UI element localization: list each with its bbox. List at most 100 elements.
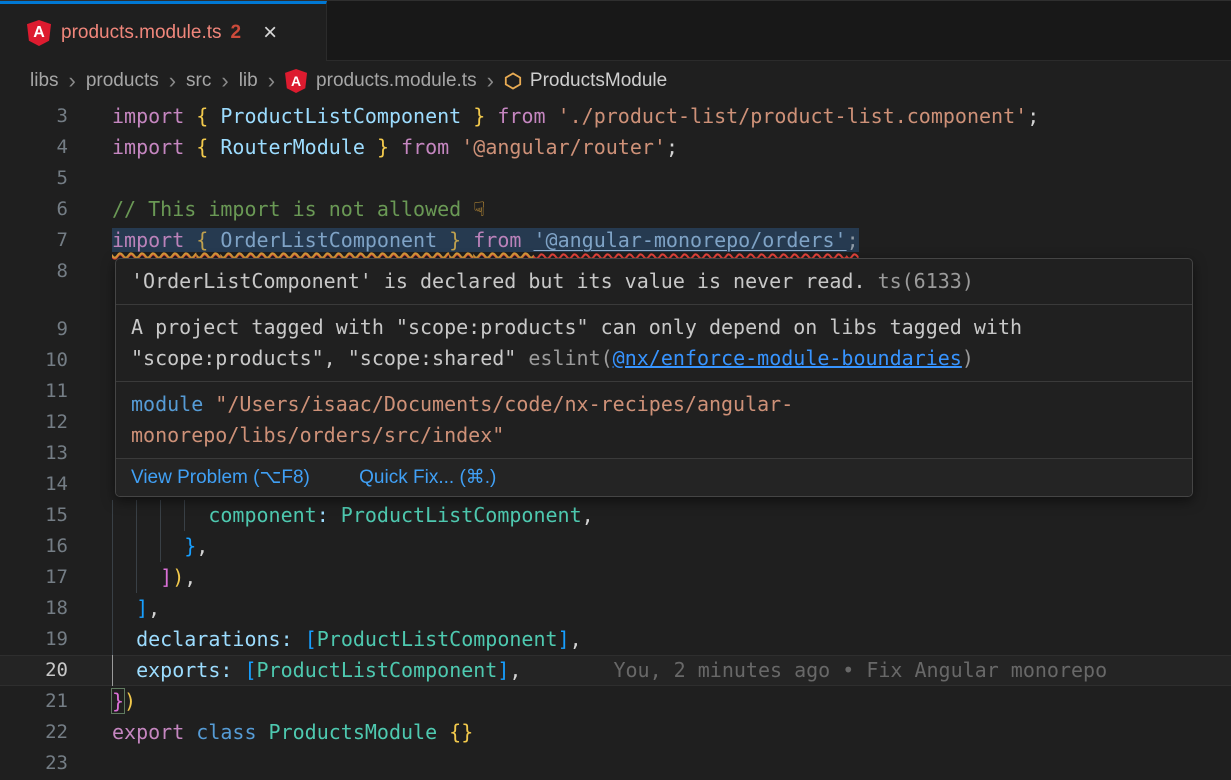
hover-ts-error: 'OrderListComponent' is declared but its… xyxy=(116,259,1192,305)
line-number[interactable]: 17 xyxy=(0,562,95,593)
code-text[interactable]: exports: [ProductListComponent],You, 2 m… xyxy=(95,655,1231,686)
code-text[interactable]: ], xyxy=(95,593,1231,624)
code-text[interactable] xyxy=(95,163,1231,194)
token: : xyxy=(281,627,305,651)
breadcrumb-item-libs[interactable]: libs xyxy=(30,70,59,92)
error-squiggle: import { OrderListComponent } from '@ang… xyxy=(112,228,859,252)
vscode-window: A products.module.ts 2 × libs › products… xyxy=(0,0,1231,780)
code-line-6: 6 // This import is not allowed ☟ xyxy=(0,194,1231,225)
token: import xyxy=(112,135,196,159)
eslint-rule-link[interactable]: @nx/enforce-module-boundaries xyxy=(613,346,962,370)
token: declarations xyxy=(136,627,281,651)
token: ] xyxy=(558,627,570,651)
code-line-22: 22 export class ProductsModule {} xyxy=(0,717,1231,748)
token: // This import is not allowed xyxy=(112,197,473,221)
line-number[interactable]: 19 xyxy=(0,624,95,655)
token: RouterModule xyxy=(220,135,377,159)
line-number[interactable]: 4 xyxy=(0,132,95,163)
line-number[interactable]: 8 xyxy=(0,256,95,287)
line-number[interactable]: 18 xyxy=(0,593,95,624)
token: { xyxy=(196,228,220,252)
code-text[interactable]: import { RouterModule } from '@angular/r… xyxy=(95,132,1231,163)
token: { xyxy=(196,104,220,128)
tab-problem-count: 2 xyxy=(231,22,242,44)
token xyxy=(112,627,136,651)
token: export xyxy=(112,720,196,744)
code-line-23: 23 xyxy=(0,748,1231,779)
line-number[interactable]: 10 xyxy=(0,345,95,376)
token: component xyxy=(208,503,316,527)
breadcrumb-item-lib[interactable]: lib xyxy=(239,70,258,92)
token: ] xyxy=(136,596,148,620)
token: } xyxy=(377,135,401,159)
line-number[interactable]: 9 xyxy=(0,314,95,345)
line-number[interactable]: 20 xyxy=(0,655,95,686)
code-line-18: 18 ], xyxy=(0,593,1231,624)
hover-module-info: module "/Users/isaac/Documents/code/nx-r… xyxy=(116,382,1192,459)
close-icon[interactable]: × xyxy=(263,21,277,45)
tab-filename: products.module.ts xyxy=(61,22,222,44)
line-number[interactable]: 14 xyxy=(0,469,95,500)
breadcrumb-item-file[interactable]: products.module.ts xyxy=(316,70,477,92)
line-number[interactable]: 22 xyxy=(0,717,95,748)
eslint-message-text: "scope:products", "scope:shared" xyxy=(131,346,528,370)
token: ) xyxy=(124,689,136,713)
line-number[interactable]: 5 xyxy=(0,163,95,194)
git-blame-annotation: You, 2 minutes ago • Fix Angular monorep… xyxy=(613,658,1107,682)
module-path-text: "/Users/isaac/Documents/code/nx-recipes/… xyxy=(215,392,793,416)
token: , xyxy=(148,596,160,620)
token: from xyxy=(401,135,461,159)
token: ) xyxy=(172,565,184,589)
token: exports xyxy=(136,658,220,682)
line-number[interactable]: 11 xyxy=(0,376,95,407)
quick-fix-button[interactable]: Quick Fix... (⌘.) xyxy=(359,467,496,488)
token: ProductsModule xyxy=(269,720,450,744)
token: import xyxy=(112,104,196,128)
token: ; xyxy=(666,135,678,159)
token: ; xyxy=(1027,104,1039,128)
token: './product-list/product-list.component' xyxy=(558,104,1028,128)
selection-highlight: import { OrderListComponent } from '@ang… xyxy=(112,228,859,252)
token: , xyxy=(582,503,594,527)
code-text[interactable] xyxy=(95,748,1231,779)
code-line-5: 5 xyxy=(0,163,1231,194)
token: { xyxy=(196,135,220,159)
breadcrumb-item-symbol[interactable]: ProductsModule xyxy=(530,70,667,92)
line-number[interactable]: 7 xyxy=(0,225,95,256)
angular-icon: A xyxy=(27,20,51,46)
chevron-right-icon: › xyxy=(487,70,494,92)
line-number[interactable]: 16 xyxy=(0,531,95,562)
pointing-down-emoji: ☟ xyxy=(473,197,485,221)
code-line-20-current: 20 exports: [ProductListComponent],You, … xyxy=(0,655,1231,686)
line-number[interactable]: 21 xyxy=(0,686,95,717)
code-line-4: 4 import { RouterModule } from '@angular… xyxy=(0,132,1231,163)
line-number[interactable]: 6 xyxy=(0,194,95,225)
eslint-source-open: eslint( xyxy=(528,346,612,370)
view-problem-button[interactable]: View Problem (⌥F8) xyxy=(131,467,310,488)
code-text[interactable]: import { ProductListComponent } from './… xyxy=(95,101,1231,132)
hover-tooltip: 'OrderListComponent' is declared but its… xyxy=(115,258,1193,497)
line-number[interactable]: 13 xyxy=(0,438,95,469)
line-number[interactable]: 12 xyxy=(0,407,95,438)
tab-products-module[interactable]: A products.module.ts 2 × xyxy=(0,1,327,62)
code-text[interactable]: }, xyxy=(95,531,1231,562)
token xyxy=(112,534,184,558)
class-symbol-icon xyxy=(504,72,522,90)
breadcrumb-item-products[interactable]: products xyxy=(86,70,159,92)
line-number[interactable]: 23 xyxy=(0,748,95,779)
code-text[interactable]: export class ProductsModule {} xyxy=(95,717,1231,748)
token: : xyxy=(317,503,341,527)
token: class xyxy=(196,720,268,744)
code-text[interactable]: // This import is not allowed ☟ xyxy=(95,194,1231,225)
code-text[interactable]: import { OrderListComponent } from '@ang… xyxy=(95,225,1231,256)
code-text[interactable]: declarations: [ProductListComponent], xyxy=(95,624,1231,655)
code-line-21: 21 }) xyxy=(0,686,1231,717)
code-text[interactable]: }) xyxy=(95,686,1231,717)
code-text[interactable]: component: ProductListComponent, xyxy=(95,500,1231,531)
breadcrumb-item-src[interactable]: src xyxy=(186,70,211,92)
code-text[interactable]: ]), xyxy=(95,562,1231,593)
line-number[interactable]: 3 xyxy=(0,101,95,132)
chevron-right-icon: › xyxy=(221,70,228,92)
line-number[interactable]: 15 xyxy=(0,500,95,531)
token: } xyxy=(449,228,473,252)
